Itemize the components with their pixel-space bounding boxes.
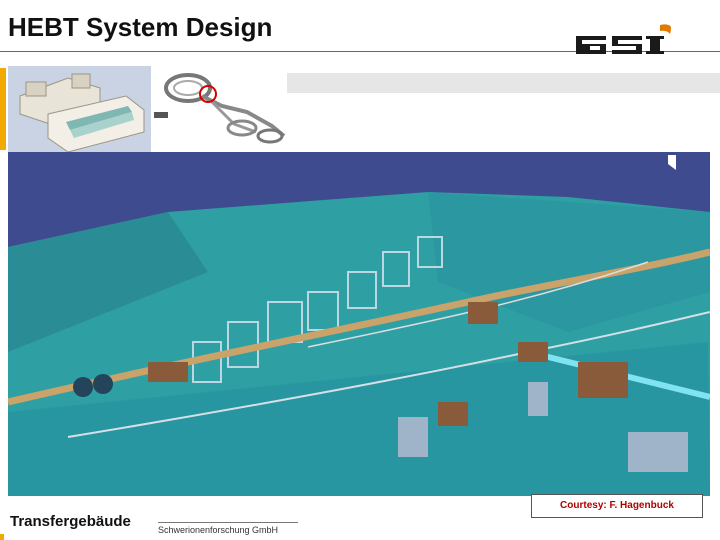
accent-bar xyxy=(0,68,6,150)
gsi-logo-icon xyxy=(576,24,671,54)
courtesy-note: Courtesy: F. Hagenbuck xyxy=(531,494,703,518)
image-caption: Transfergebäude xyxy=(10,513,131,530)
header-gray-bar xyxy=(287,73,720,93)
slide-title: HEBT System Design xyxy=(8,12,273,42)
footer-organization: Schwerionenforschung GmbH xyxy=(158,522,298,535)
building-model-icon xyxy=(8,66,151,156)
hebt-3d-rendering-icon xyxy=(8,152,710,496)
accelerator-overview-icon xyxy=(152,66,292,154)
corner-accent xyxy=(0,534,4,540)
